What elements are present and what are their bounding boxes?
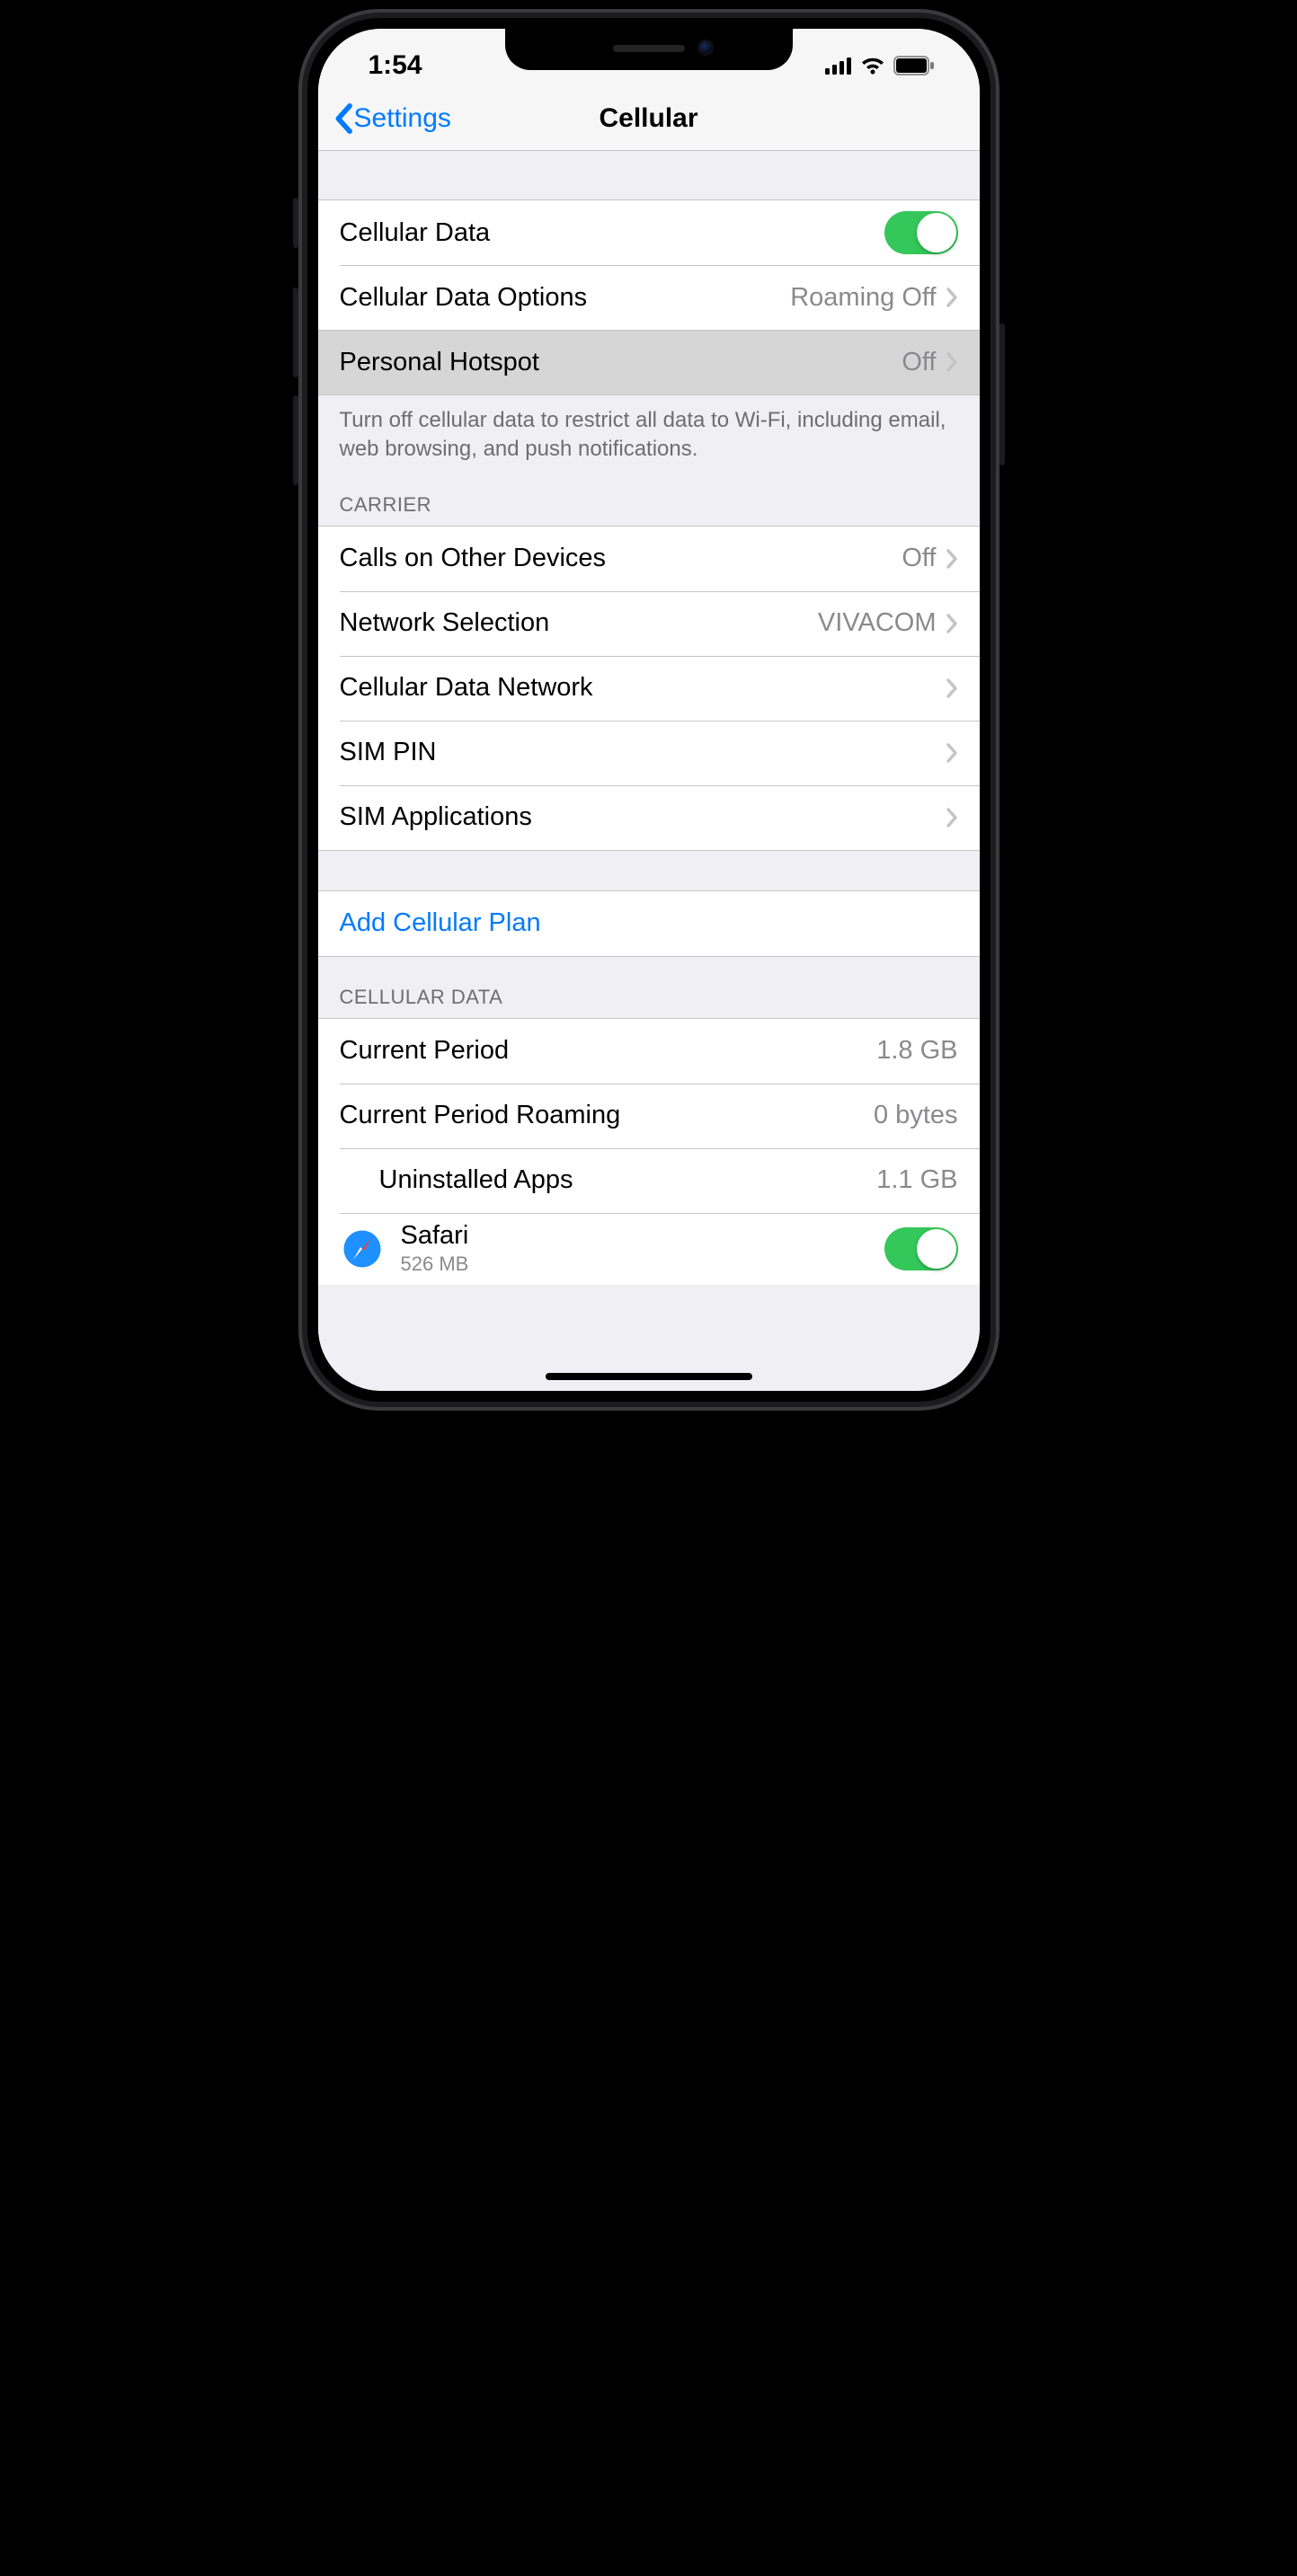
cellular-data-label: Cellular Data (340, 218, 884, 248)
app-name: Safari (401, 1221, 469, 1251)
chevron-right-icon (946, 287, 958, 308)
calls-other-devices-row[interactable]: Calls on Other Devices Off (318, 527, 980, 591)
personal-hotspot-row[interactable]: Personal Hotspot Off (318, 330, 980, 394)
chevron-right-icon (946, 613, 958, 634)
carrier-header: CARRIER (318, 465, 980, 526)
current-period-roaming-row: Current Period Roaming 0 bytes (318, 1084, 980, 1148)
status-time: 1:54 (369, 50, 422, 81)
section-footer: Turn off cellular data to restrict all d… (318, 395, 980, 465)
network-selection-row[interactable]: Network Selection VIVACOM (318, 591, 980, 656)
row-label: Cellular Data Network (340, 673, 946, 703)
carrier-group: Calls on Other Devices Off Network Selec… (318, 526, 980, 851)
row-label: Personal Hotspot (340, 348, 902, 377)
chevron-right-icon (946, 742, 958, 764)
phone-frame: 1:54 Settings Cellular Cellula (298, 9, 999, 1411)
chevron-left-icon (334, 103, 352, 134)
sim-pin-row[interactable]: SIM PIN (318, 721, 980, 785)
current-period-row: Current Period 1.8 GB (318, 1019, 980, 1084)
main-group: Cellular Data Cellular Data Options Roam… (318, 199, 980, 395)
sim-applications-row[interactable]: SIM Applications (318, 785, 980, 850)
uninstalled-apps-row[interactable]: Uninstalled Apps 1.1 GB (318, 1148, 980, 1213)
row-label: Cellular Data Options (340, 283, 791, 313)
device-notch (505, 29, 793, 70)
row-label: SIM Applications (340, 802, 946, 832)
settings-scroll[interactable]: Cellular Data Cellular Data Options Roam… (318, 151, 980, 1391)
volume-up-button (293, 288, 298, 377)
row-label: Network Selection (340, 608, 818, 638)
add-cellular-plan-row[interactable]: Add Cellular Plan (318, 891, 980, 956)
row-label: Calls on Other Devices (340, 544, 902, 573)
page-title: Cellular (599, 103, 697, 134)
cellular-data-toggle[interactable] (884, 211, 958, 254)
row-value: Off (902, 348, 936, 377)
row-value: 1.8 GB (876, 1036, 957, 1066)
home-indicator[interactable] (546, 1373, 752, 1380)
row-value: 1.1 GB (876, 1165, 957, 1195)
silence-switch (293, 198, 298, 248)
volume-down-button (293, 395, 298, 485)
row-label: Add Cellular Plan (340, 908, 958, 938)
row-value: VIVACOM (818, 608, 937, 638)
chevron-right-icon (946, 807, 958, 828)
safari-app-icon (340, 1226, 385, 1271)
row-label: SIM PIN (340, 738, 946, 767)
chevron-right-icon (946, 677, 958, 699)
safari-data-toggle[interactable] (884, 1227, 958, 1270)
cellular-data-options-row[interactable]: Cellular Data Options Roaming Off (318, 265, 980, 330)
chevron-right-icon (946, 351, 958, 373)
plan-group: Add Cellular Plan (318, 890, 980, 957)
usage-group: Current Period 1.8 GB Current Period Roa… (318, 1018, 980, 1285)
side-button (999, 323, 1005, 465)
cellular-signal-icon (825, 57, 852, 75)
row-value: Roaming Off (790, 283, 936, 313)
row-label: Current Period (340, 1036, 877, 1066)
back-button[interactable]: Settings (334, 103, 451, 134)
row-value: 0 bytes (874, 1101, 958, 1130)
cellular-data-row[interactable]: Cellular Data (318, 200, 980, 265)
navigation-bar: Settings Cellular (318, 86, 980, 151)
row-label: Current Period Roaming (340, 1101, 875, 1130)
wifi-icon (859, 56, 886, 75)
app-usage: 526 MB (401, 1253, 469, 1276)
cellular-data-network-row[interactable]: Cellular Data Network (318, 656, 980, 721)
app-safari-row[interactable]: Safari 526 MB (318, 1213, 980, 1285)
back-label: Settings (354, 103, 451, 134)
chevron-right-icon (946, 548, 958, 570)
row-value: Off (902, 544, 936, 573)
battery-icon (893, 56, 935, 75)
row-label: Uninstalled Apps (379, 1165, 877, 1195)
usage-header: CELLULAR DATA (318, 957, 980, 1018)
